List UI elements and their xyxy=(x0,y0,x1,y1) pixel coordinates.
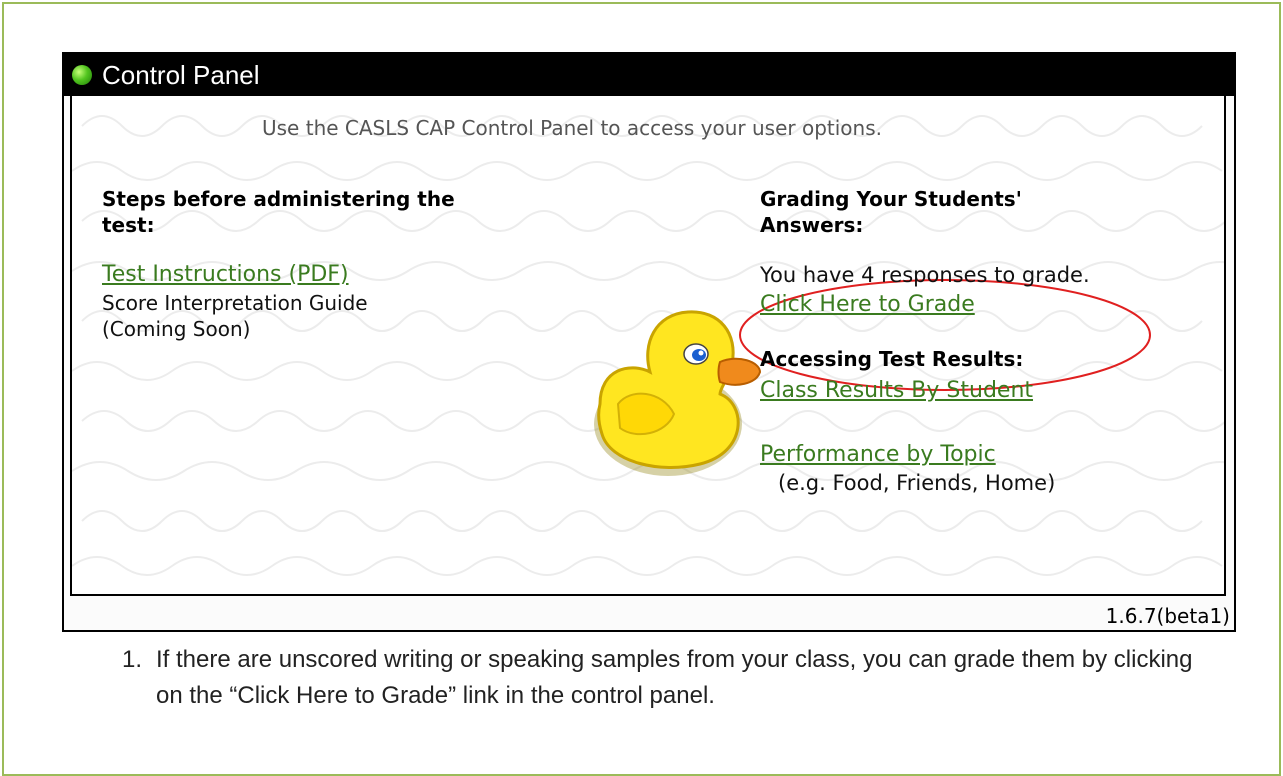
responses-count-text: You have 4 responses to grade. xyxy=(760,263,1090,287)
results-heading: Accessing Test Results: xyxy=(760,347,1024,371)
pre-test-steps: Steps before administering the test: Tes… xyxy=(102,186,562,342)
click-here-to-grade-link[interactable]: Click Here to Grade xyxy=(760,290,1180,320)
test-instructions-link[interactable]: Test Instructions (PDF) xyxy=(102,260,562,290)
version-label: 1.6.7(beta1) xyxy=(1105,604,1230,628)
footnote-text: If there are unscored writing or speakin… xyxy=(156,646,1193,709)
control-panel: Control Panel Use the CASLS CAP Control … xyxy=(62,52,1236,632)
performance-note: (e.g. Food, Friends, Home) xyxy=(778,471,1056,495)
grading-heading-line1: Grading Your Students' xyxy=(760,187,1022,211)
green-dot-icon xyxy=(72,65,92,85)
grading-section: Grading Your Students' Answers: You have… xyxy=(760,186,1180,496)
class-results-link[interactable]: Class Results By Student xyxy=(760,376,1180,406)
grading-heading-line2: Answers: xyxy=(760,213,864,237)
score-guide-line2: (Coming Soon) xyxy=(102,317,251,341)
score-guide-line1: Score Interpretation Guide xyxy=(102,291,368,315)
document-frame: Control Panel Use the CASLS CAP Control … xyxy=(2,2,1281,776)
footnote-number: 1. xyxy=(122,646,143,673)
steps-heading-line1: Steps before administering the xyxy=(102,187,455,211)
steps-heading-line2: test: xyxy=(102,213,155,237)
intro-text: Use the CASLS CAP Control Panel to acces… xyxy=(262,116,882,140)
panel-header: Control Panel xyxy=(64,54,1234,96)
performance-by-topic-link[interactable]: Performance by Topic xyxy=(760,440,1180,470)
panel-title: Control Panel xyxy=(102,60,260,90)
panel-content: Use the CASLS CAP Control Panel to acces… xyxy=(70,96,1226,596)
